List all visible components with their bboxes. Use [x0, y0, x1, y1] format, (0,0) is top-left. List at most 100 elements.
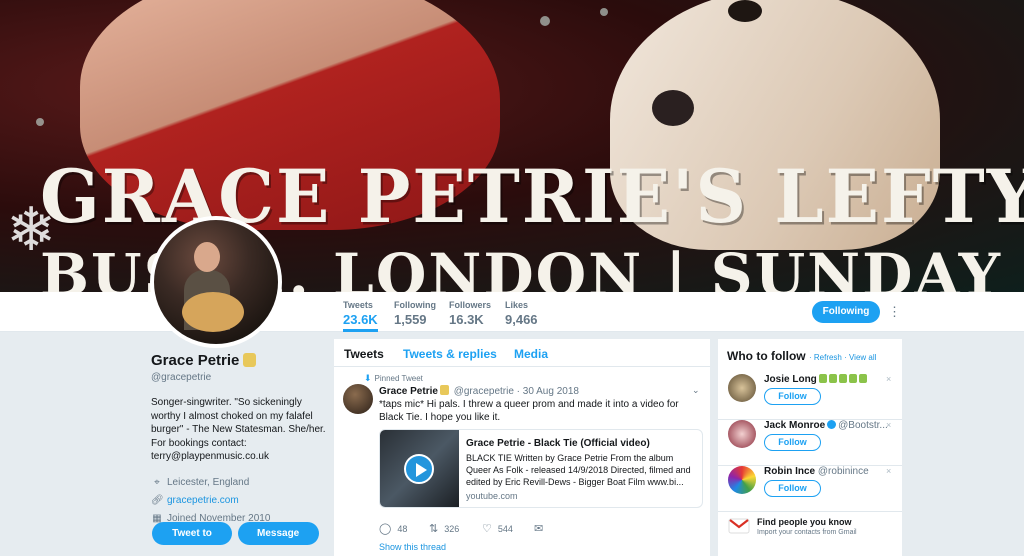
stat-label: Likes	[505, 300, 529, 310]
following-button[interactable]: Following	[812, 301, 880, 323]
card-url: youtube.com	[466, 491, 518, 501]
retweet-action[interactable]: ⇅ 326	[429, 522, 459, 535]
find-people-link[interactable]: Find people you know	[757, 517, 852, 527]
location-pin-icon: ⌖	[154, 476, 160, 488]
profile-banner[interactable]: ❄ GRACE PETRIE'S LEFTY CHRISTMAS BUSH...…	[0, 0, 1024, 292]
tab-tweets-replies[interactable]: Tweets & replies	[403, 347, 497, 361]
suggestion-item[interactable]: Robin Ince @robinince Follow ×	[718, 466, 902, 512]
wtf-title: Who to follow	[727, 349, 806, 363]
profile-location: ⌖ Leicester, England	[151, 474, 331, 492]
emoji-icon	[828, 374, 837, 383]
video-thumbnail[interactable]	[380, 430, 459, 507]
profile-website[interactable]: 🔗︎ gracepetrie.com	[151, 492, 331, 510]
pinned-label: ⬇ Pinned Tweet	[364, 373, 423, 384]
emoji-icon	[848, 374, 857, 383]
banner-dog-nose	[652, 90, 694, 126]
pin-icon: ⬇	[364, 373, 372, 383]
play-icon[interactable]	[404, 454, 434, 484]
banner-light	[540, 16, 550, 26]
who-to-follow: Who to follow · Refresh · View all Josie…	[718, 339, 902, 556]
verified-badge-icon	[827, 420, 837, 429]
suggestion-name[interactable]: Jack Monroe @Bootstr...	[764, 420, 894, 431]
stat-likes[interactable]: Likes 9,466	[505, 300, 538, 327]
wtf-refresh-viewall[interactable]: · Refresh · View all	[809, 353, 876, 362]
link-card[interactable]: Grace Petrie - Black Tie (Official video…	[379, 429, 703, 508]
link-icon: 🔗︎	[151, 494, 164, 506]
follow-button[interactable]: Follow	[764, 388, 821, 405]
profile-name[interactable]: Grace Petrie	[151, 352, 331, 369]
tweet-text: *taps mic* Hi pals. I threw a queer prom…	[379, 399, 679, 423]
wtf-header: Who to follow · Refresh · View all	[727, 349, 876, 363]
follow-button[interactable]: Follow	[764, 480, 821, 497]
reply-count: 48	[397, 523, 408, 534]
reply-icon: ◯	[379, 523, 392, 535]
reply-action[interactable]: ◯ 48	[379, 522, 407, 535]
location-text: Leicester, England	[167, 477, 250, 488]
suggestion-handle: @robinince	[817, 466, 869, 477]
stat-value: 16.3K	[449, 312, 484, 327]
emoji-icon	[838, 374, 847, 383]
suggestion-item[interactable]: Josie Long Follow ×	[718, 374, 902, 420]
tweet-header[interactable]: Grace Petrie @gracepetrie · 30 Aug 2018	[379, 385, 579, 397]
card-description: BLACK TIE Written by Grace Petrie From t…	[466, 453, 691, 487]
close-icon[interactable]: ×	[886, 420, 891, 430]
suggestion-item[interactable]: Jack Monroe @Bootstr... Follow ×	[718, 420, 902, 466]
suggestion-name[interactable]: Josie Long	[764, 374, 894, 385]
stat-following[interactable]: Following 1,559	[394, 300, 436, 327]
website-link[interactable]: gracepetrie.com	[167, 495, 239, 506]
tweet-to-button[interactable]: Tweet to	[152, 522, 232, 545]
close-icon[interactable]: ×	[886, 466, 891, 476]
suggestion-avatar[interactable]	[728, 466, 756, 494]
more-options-icon[interactable]: ⋮	[888, 304, 901, 320]
suggestion-name-text: Robin Ince	[764, 466, 816, 477]
stat-value: 23.6K	[343, 312, 378, 327]
stat-value: 1,559	[394, 312, 427, 327]
tweet-handle-date[interactable]: @gracepetrie · 30 Aug 2018	[454, 386, 579, 397]
emoji-icon	[818, 374, 827, 383]
stat-label: Followers	[449, 300, 492, 310]
retweet-count: 326	[444, 523, 460, 534]
profile-bio: Songer-singwriter. "So sickeningly worth…	[151, 397, 326, 462]
tweet-avatar[interactable]	[343, 384, 373, 414]
pinned-text: Pinned Tweet	[374, 374, 423, 383]
stat-label: Tweets	[343, 300, 373, 310]
tweet-actions: ◯ 48 ⇅ 326 ♡ 544 ✉	[379, 522, 579, 536]
banner-light	[36, 118, 44, 126]
tab-tweets[interactable]: Tweets	[344, 347, 384, 361]
timeline-tabs: Tweets Tweets & replies Media	[334, 339, 710, 367]
suggestion-avatar[interactable]	[728, 420, 756, 448]
avatar-guitar	[182, 292, 244, 332]
banner-dog-eye	[728, 0, 762, 22]
profile-handle[interactable]: @gracepetrie	[151, 372, 331, 383]
timeline: Tweets Tweets & replies Media ⬇ Pinned Tw…	[334, 339, 710, 556]
suggestion-name[interactable]: Robin Ince @robinince	[764, 466, 894, 477]
suggestion-handle: @Bootstr...	[838, 420, 888, 431]
gmail-icon	[728, 518, 750, 534]
suggestion-name-text: Jack Monroe	[764, 420, 826, 431]
chevron-down-icon[interactable]: ⌄	[692, 385, 700, 396]
retweet-icon: ⇅	[429, 523, 439, 535]
like-count: 544	[497, 523, 513, 534]
tab-media[interactable]: Media	[514, 347, 548, 361]
suggestion-avatar[interactable]	[728, 374, 756, 402]
follow-button[interactable]: Follow	[764, 434, 821, 451]
message-button[interactable]: Message	[237, 522, 319, 545]
heart-icon: ♡	[482, 523, 492, 535]
stat-tweets[interactable]: Tweets 23.6K	[343, 300, 378, 332]
suggestion-name-text: Josie Long	[764, 374, 817, 385]
like-action[interactable]: ♡ 544	[482, 522, 513, 535]
emoji-icon	[439, 385, 449, 395]
find-people-sub: Import your contacts from Gmail	[757, 529, 857, 536]
dm-action[interactable]: ✉	[534, 522, 549, 535]
profile-avatar[interactable]	[150, 216, 282, 348]
close-icon[interactable]: ×	[886, 374, 891, 384]
emoji-icon	[858, 374, 867, 383]
profile-name-text: Grace Petrie	[151, 352, 240, 369]
profile-card: Grace Petrie @gracepetrie Songer-singwri…	[151, 352, 331, 528]
stat-label: Following	[394, 300, 436, 310]
show-thread-link[interactable]: Show this thread	[379, 542, 446, 552]
avatar-face	[194, 242, 220, 272]
tweet-author[interactable]: Grace Petrie	[379, 386, 438, 397]
stat-followers[interactable]: Followers 16.3K	[449, 300, 491, 327]
envelope-icon: ✉	[534, 523, 544, 535]
